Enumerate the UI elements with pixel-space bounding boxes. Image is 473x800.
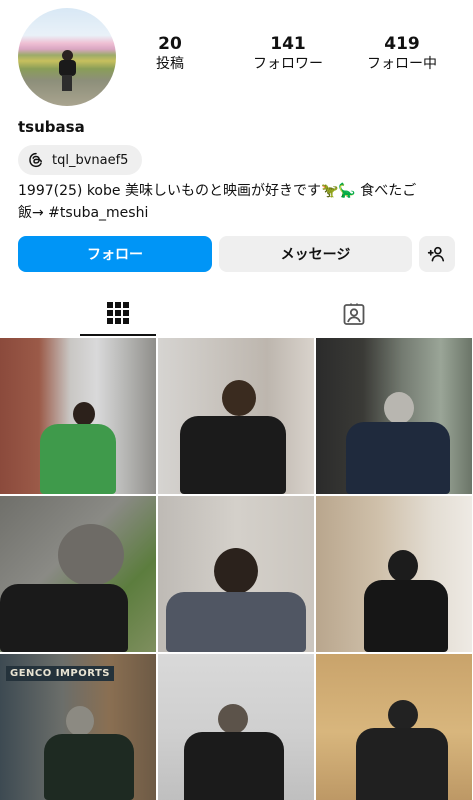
add-user-button[interactable] — [419, 236, 455, 272]
post-thumbnail[interactable] — [158, 654, 314, 800]
post-person — [170, 374, 290, 494]
post-sign-text: GENCO IMPORTS — [6, 666, 115, 681]
post-person — [346, 546, 466, 652]
post-person — [344, 696, 464, 800]
stat-following-label: フォロー中 — [367, 56, 437, 72]
post-person — [336, 388, 456, 494]
tab-grid[interactable] — [80, 292, 156, 336]
person-add-icon — [427, 246, 445, 262]
profile-stats: 20 投稿 141 フォロワー 419 フォロー中 — [130, 34, 473, 84]
avatar[interactable] — [18, 8, 116, 106]
stat-followers[interactable]: 141 フォロワー — [233, 34, 343, 74]
post-thumbnail[interactable] — [158, 338, 314, 494]
profile-tabs — [0, 292, 473, 336]
bio-line-1: 1997(25) kobe 美味しいものと映画が好きです🦖🦕 食べたご — [18, 183, 417, 199]
follow-button[interactable]: フォロー — [18, 236, 212, 272]
post-person — [0, 516, 140, 652]
bio-line-2[interactable]: 飯→ #tsuba_meshi — [18, 202, 463, 224]
post-person — [36, 702, 136, 800]
stat-posts-count: 20 — [158, 34, 182, 54]
stat-posts[interactable]: 20 投稿 — [115, 34, 225, 74]
avatar-person — [58, 50, 76, 92]
stat-following[interactable]: 419 フォロー中 — [347, 34, 457, 74]
post-thumbnail[interactable]: GENCO IMPORTS — [0, 654, 156, 800]
grid-icon — [107, 302, 129, 324]
threads-badge[interactable]: tql_bvnaef5 — [18, 145, 142, 175]
tab-tagged[interactable] — [316, 292, 392, 336]
stat-followers-count: 141 — [270, 34, 306, 54]
post-person — [178, 700, 298, 800]
profile-header: 20 投稿 141 フォロワー 419 フォロー中 — [0, 0, 473, 110]
profile-username: tsubasa — [18, 118, 85, 136]
post-thumbnail[interactable] — [316, 338, 472, 494]
post-thumbnail[interactable] — [158, 496, 314, 652]
threads-handle: tql_bvnaef5 — [52, 152, 129, 168]
post-person — [28, 396, 118, 494]
post-thumbnail[interactable] — [316, 496, 472, 652]
tagged-person-icon — [343, 303, 365, 325]
post-thumbnail[interactable] — [0, 338, 156, 494]
post-thumbnail[interactable] — [0, 496, 156, 652]
threads-icon — [29, 152, 42, 168]
stat-following-count: 419 — [384, 34, 420, 54]
profile-bio: 1997(25) kobe 美味しいものと映画が好きです🦖🦕 食べたご 飯→ #… — [18, 180, 463, 224]
stat-posts-label: 投稿 — [156, 56, 184, 72]
post-person — [166, 544, 306, 652]
posts-grid: GENCO IMPORTS — [0, 338, 473, 800]
message-button[interactable]: メッセージ — [219, 236, 412, 272]
post-thumbnail[interactable] — [316, 654, 472, 800]
stat-followers-label: フォロワー — [253, 56, 323, 72]
